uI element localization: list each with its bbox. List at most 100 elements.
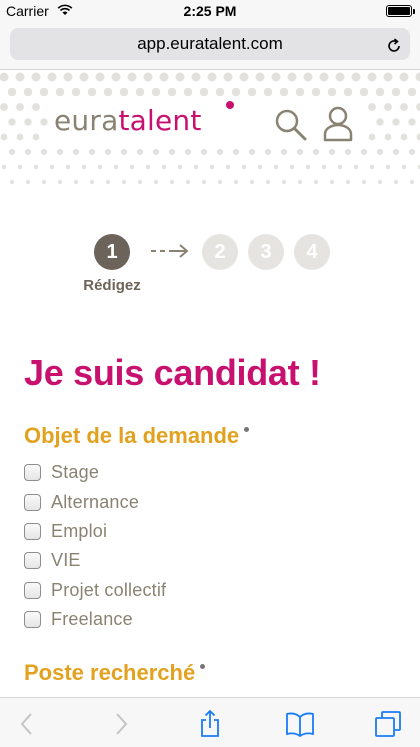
decorative-dot	[223, 72, 233, 82]
option-stage[interactable]: Stage	[24, 460, 99, 484]
decorative-dot	[305, 164, 311, 170]
decorative-dot	[327, 87, 337, 97]
option-projet-collectif[interactable]: Projet collectif	[24, 578, 166, 602]
forward-icon[interactable]	[106, 710, 134, 738]
decorative-dot	[255, 72, 265, 82]
decorative-dot	[39, 87, 49, 97]
option-alternance[interactable]: Alternance	[24, 490, 139, 514]
decorative-dot	[361, 179, 367, 185]
decorative-dot	[257, 164, 263, 170]
decorative-dot	[175, 72, 185, 82]
decorative-dot	[344, 148, 352, 156]
clock: 2:25 PM	[183, 3, 237, 19]
decorative-dot	[376, 118, 384, 126]
decorative-dot	[200, 148, 208, 156]
decorative-dot	[303, 72, 313, 82]
decorative-dot	[263, 87, 273, 97]
decorative-dot	[153, 179, 159, 185]
decorative-dot	[383, 72, 393, 82]
decorative-dot	[71, 87, 81, 97]
decorative-dot	[121, 179, 127, 185]
decorative-dot	[8, 148, 16, 156]
decorative-dot	[55, 87, 65, 97]
decorative-dot	[72, 148, 80, 156]
decorative-dot	[392, 118, 400, 126]
checkbox-freelance[interactable]	[24, 610, 41, 628]
decorative-dot	[104, 148, 112, 156]
decorative-dot	[167, 87, 177, 97]
decorative-dot	[375, 87, 385, 97]
checkbox-vie[interactable]	[24, 551, 41, 569]
decorative-dot	[168, 148, 176, 156]
required-marker	[200, 664, 206, 669]
decorative-dot	[384, 133, 392, 141]
decorative-dot	[33, 164, 39, 170]
decorative-dot	[152, 148, 160, 156]
decorative-dot	[319, 72, 329, 82]
decorative-dot	[408, 118, 416, 126]
option-emploi[interactable]: Emploi	[24, 519, 107, 543]
back-icon[interactable]	[14, 710, 42, 738]
decorative-dot	[65, 164, 71, 170]
decorative-dot	[159, 72, 169, 82]
option-label-alternance: Alternance	[51, 491, 140, 512]
decorative-dot	[216, 148, 224, 156]
option-freelance[interactable]: Freelance	[24, 607, 133, 631]
decorative-dot	[73, 179, 79, 185]
decorative-dot	[407, 87, 417, 97]
decorative-dot	[368, 133, 376, 141]
decorative-dot	[273, 164, 279, 170]
decorative-dot	[353, 164, 359, 170]
decorative-dot	[359, 87, 369, 97]
decorative-dot	[351, 72, 361, 82]
share-icon[interactable]	[196, 710, 224, 738]
decorative-dot	[191, 72, 201, 82]
search-icon[interactable]	[274, 108, 308, 142]
decorative-dot	[367, 72, 377, 82]
browser-toolbar	[0, 697, 420, 747]
reload-icon[interactable]	[386, 38, 402, 54]
euratalent-logo[interactable]: euratalent	[54, 104, 202, 137]
decorative-dot	[9, 179, 15, 185]
status-bar: Carrier 2:25 PM	[0, 0, 420, 22]
section-title-objet-text: Objet de la demande	[24, 423, 240, 448]
decorative-dot	[143, 72, 153, 82]
decorative-dot	[415, 72, 420, 82]
tabs-icon[interactable]	[374, 710, 402, 738]
option-label-vie: VIE	[51, 549, 81, 570]
decorative-dot	[7, 87, 17, 97]
decorative-dot	[217, 179, 223, 185]
decorative-dot	[135, 87, 145, 97]
url-field[interactable]: app.euratalent.com	[10, 28, 410, 60]
checkbox-emploi[interactable]	[24, 522, 41, 540]
decorative-dot	[360, 148, 368, 156]
option-label-projet-collectif: Projet collectif	[51, 579, 167, 600]
option-vie[interactable]: VIE	[24, 548, 81, 572]
decorative-dot	[391, 87, 401, 97]
decorative-dot	[281, 179, 287, 185]
decorative-dot	[24, 118, 32, 126]
decorative-dot	[57, 179, 63, 185]
checkbox-stage[interactable]	[24, 463, 41, 481]
checkbox-projet-collectif[interactable]	[24, 581, 41, 599]
decorative-dot	[8, 118, 16, 126]
decorative-dot	[312, 148, 320, 156]
decorative-dot	[79, 72, 89, 82]
decorative-dot	[271, 72, 281, 82]
bookmarks-icon[interactable]	[286, 710, 314, 738]
decorative-dot	[239, 72, 249, 82]
decorative-dot	[177, 164, 183, 170]
decorative-dot	[416, 103, 420, 111]
decorative-dot	[23, 87, 33, 97]
decorative-dot	[0, 103, 8, 111]
user-icon[interactable]	[322, 106, 354, 142]
section-title-objet: Objet de la demande	[24, 423, 250, 449]
decorative-dot	[416, 133, 420, 141]
decorative-dot	[368, 103, 376, 111]
decorative-dot	[151, 87, 161, 97]
current-step-label: Rédigez	[83, 277, 141, 294]
checkbox-alternance[interactable]	[24, 493, 41, 511]
decorative-dot	[207, 72, 217, 82]
decorative-dot	[193, 164, 199, 170]
decorative-dot	[49, 164, 55, 170]
